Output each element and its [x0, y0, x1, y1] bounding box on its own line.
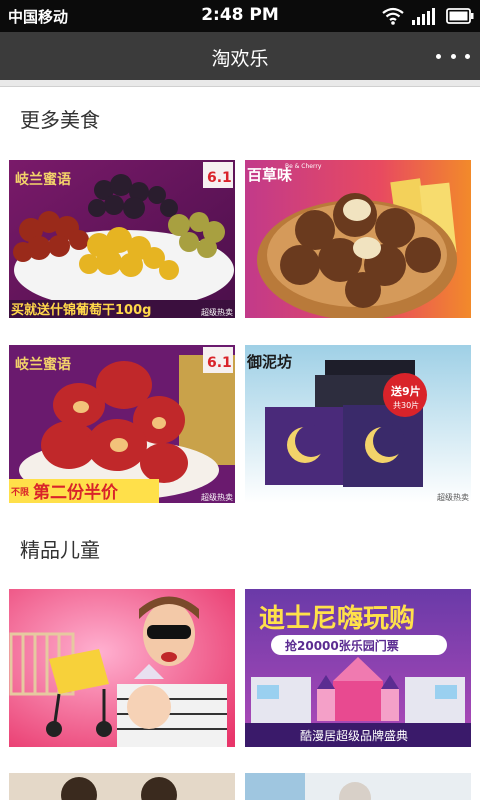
masks-banner-image: 送9片 共30片 御泥坊 超级热卖 [245, 345, 471, 503]
nav-bar: 淘欢乐 [0, 32, 480, 80]
hot-tag: 超级热卖 [201, 307, 233, 317]
partial-banner-image [245, 773, 471, 800]
headline-prefix: 不限 [11, 487, 30, 498]
baby-banner-image [9, 589, 235, 747]
product-card-raisins[interactable]: 岐兰蜜语 6.1 买就送什锦葡萄干100g 超级热卖 [9, 160, 235, 318]
product-card-jujube[interactable]: 岐兰蜜语 6.1 不限 第二份半价 超级热卖 [9, 345, 235, 503]
raisins-banner-image: 岐兰蜜语 6.1 买就送什锦葡萄干100g 超级热卖 [9, 160, 235, 318]
card-footer: 酷漫居超级品牌盛典 [300, 728, 408, 743]
more-menu-button[interactable] [436, 44, 470, 68]
product-card-baby[interactable] [9, 589, 235, 747]
section-title-kids: 精品儿童 [20, 538, 100, 562]
partial-banner-image [9, 773, 235, 800]
card-subheadline: 抢20000张乐园门票 [285, 638, 399, 653]
product-card-masks[interactable]: 送9片 共30片 御泥坊 超级热卖 [245, 345, 471, 503]
status-bar: 中国移动 2:48 PM [0, 0, 480, 32]
signal-icon [412, 7, 438, 25]
product-card-disney[interactable]: 迪士尼嗨玩购 抢20000张乐园门票 酷漫居超级品牌盛典 [245, 589, 471, 747]
dot-icon [465, 53, 470, 59]
section-title-food: 更多美食 [20, 108, 100, 132]
nav-divider [0, 80, 480, 87]
nuts-banner-image: 百草味 Be & Cherry [245, 160, 471, 318]
brand-label: 岐兰蜜语 [15, 171, 71, 188]
dot-icon [436, 53, 441, 59]
product-card-partial-right[interactable] [245, 773, 471, 800]
card-headline: 迪士尼嗨玩购 [259, 604, 415, 634]
card-headline: 买就送什锦葡萄干100g [11, 302, 151, 318]
hot-tag: 超级热卖 [437, 492, 469, 502]
jujube-banner-image: 岐兰蜜语 6.1 不限 第二份半价 超级热卖 [9, 345, 235, 503]
card-headline: 第二份半价 [33, 482, 119, 503]
disney-banner-image: 迪士尼嗨玩购 抢20000张乐园门票 酷漫居超级品牌盛典 [245, 589, 471, 747]
hot-tag: 超级热卖 [201, 492, 233, 502]
product-card-nuts[interactable]: 百草味 Be & Cherry [245, 160, 471, 318]
product-card-partial-left[interactable] [9, 773, 235, 800]
gift-badge-sub: 共30片 [393, 400, 419, 410]
brand-en-label: Be & Cherry [285, 163, 322, 170]
corner-badge: 6.1 [207, 170, 232, 186]
brand-label: 岐兰蜜语 [15, 356, 71, 373]
brand-label: 御泥坊 [246, 353, 292, 371]
wifi-icon [382, 7, 404, 25]
page-title: 淘欢乐 [211, 48, 269, 70]
gift-badge: 送9片 [390, 384, 421, 398]
battery-icon [446, 8, 474, 24]
dot-icon [450, 53, 456, 59]
status-icons [382, 7, 474, 25]
corner-badge: 6.1 [207, 355, 232, 371]
